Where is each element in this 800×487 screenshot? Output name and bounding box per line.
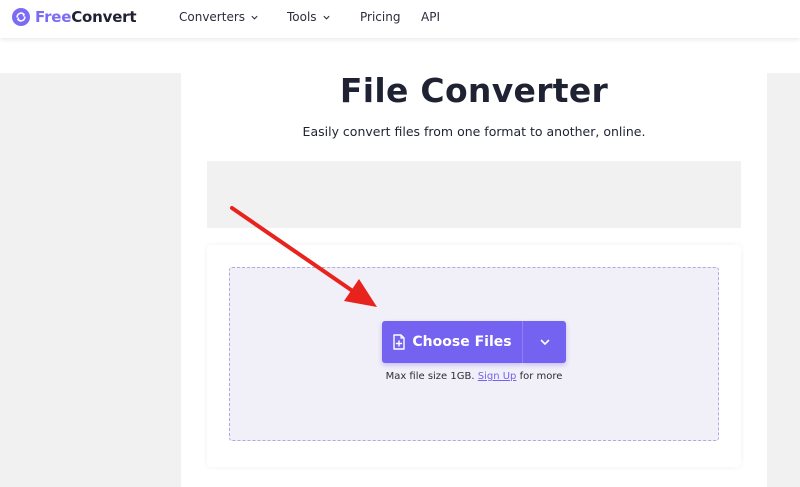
page-title: File Converter <box>339 71 609 110</box>
ad-placeholder <box>207 161 741 228</box>
logo-text: FreeConvert <box>35 8 137 26</box>
nav-api[interactable]: API <box>421 9 440 25</box>
nav-pricing[interactable]: Pricing <box>360 9 400 25</box>
logo-text-convert: Convert <box>71 8 137 26</box>
nav-converters-label: Converters <box>179 10 246 24</box>
file-plus-icon <box>393 334 406 350</box>
page: FreeConvert Converters Tools Pricing API… <box>0 0 800 487</box>
logo-text-free: Free <box>35 8 72 26</box>
file-size-note: Max file size 1GB. Sign Up for more <box>229 371 719 382</box>
sign-up-link[interactable]: Sign Up <box>478 371 517 382</box>
nav-tools-label: Tools <box>287 10 317 24</box>
choose-files-label: Choose Files <box>412 334 512 350</box>
sync-arrows-icon <box>12 8 30 26</box>
choose-files-button[interactable]: Choose Files <box>382 321 522 363</box>
nav-converters[interactable]: Converters <box>179 9 259 25</box>
upload-source-dropdown-button[interactable] <box>523 321 566 363</box>
file-size-limit-text: Max file size 1GB. <box>385 371 475 382</box>
chevron-down-icon <box>322 15 330 20</box>
top-navbar: FreeConvert Converters Tools Pricing API <box>0 0 800 38</box>
file-size-note-suffix: for more <box>519 371 563 382</box>
left-gutter <box>0 73 181 487</box>
chevron-down-icon <box>251 15 258 20</box>
nav-pricing-label: Pricing <box>360 10 401 24</box>
nav-tools[interactable]: Tools <box>287 9 331 25</box>
nav-api-label: API <box>421 10 440 24</box>
page-subtitle: Easily convert files from one format to … <box>302 124 646 139</box>
freeconvert-logo[interactable]: FreeConvert <box>12 7 137 27</box>
chevron-down-icon <box>540 339 549 345</box>
right-gutter <box>767 73 800 487</box>
